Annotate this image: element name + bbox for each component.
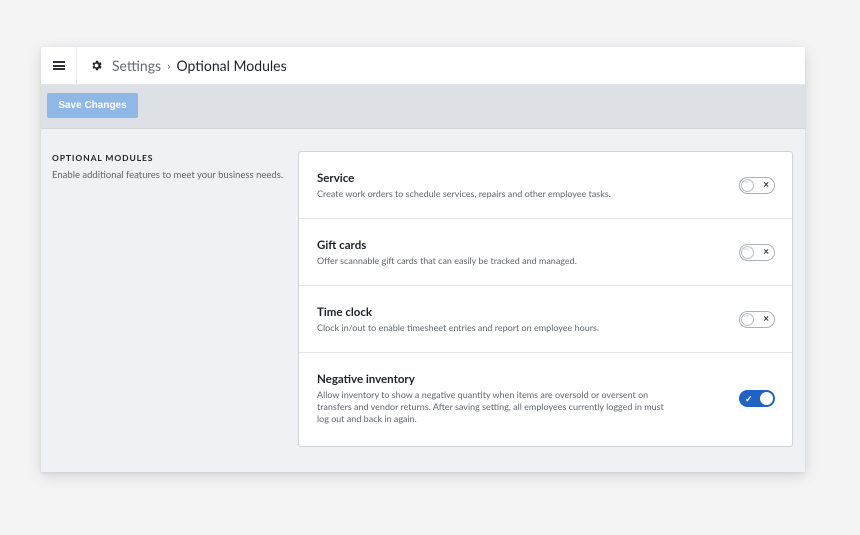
negative-inventory-toggle[interactable]: ✓ (739, 390, 775, 407)
toggle-knob (741, 312, 754, 326)
module-time-clock: Time clock Clock in/out to enable timesh… (299, 286, 792, 353)
module-service: Service Create work orders to schedule s… (299, 152, 792, 219)
toggle-knob (741, 245, 754, 259)
breadcrumb-separator: › (167, 58, 171, 73)
top-bar: Settings › Optional Modules (41, 46, 805, 85)
section-title: OPTIONAL MODULES (52, 153, 154, 163)
gift-cards-toggle[interactable]: × (739, 244, 775, 261)
breadcrumb-settings-link[interactable]: Settings (112, 57, 161, 74)
module-negative-inventory: Negative inventory Allow inventory to sh… (299, 353, 792, 446)
modules-card: Service Create work orders to schedule s… (298, 151, 793, 447)
settings-window: Settings › Optional Modules Save Changes… (41, 46, 805, 472)
module-description: Clock in/out to enable timesheet entries… (317, 322, 600, 333)
module-gift-cards: Gift cards Offer scannable gift cards th… (299, 219, 792, 286)
page-title: Optional Modules (176, 57, 287, 74)
time-clock-toggle[interactable]: × (739, 311, 775, 328)
menu-button[interactable] (41, 46, 77, 85)
hamburger-icon (52, 61, 65, 70)
toggle-knob (760, 392, 773, 405)
gear-icon (90, 59, 103, 72)
toggle-knob (741, 178, 754, 192)
x-icon: × (763, 179, 769, 191)
module-title: Time clock (317, 306, 373, 319)
module-description: Create work orders to schedule services,… (317, 188, 611, 199)
x-icon: × (763, 246, 769, 258)
action-bar: Save Changes (41, 85, 805, 129)
check-icon: ✓ (745, 393, 753, 404)
module-title: Gift cards (317, 239, 367, 252)
section-info: OPTIONAL MODULES Enable additional featu… (52, 153, 284, 182)
section-description: Enable additional features to meet your … (52, 170, 284, 181)
x-icon: × (763, 313, 769, 325)
service-toggle[interactable]: × (739, 177, 775, 194)
module-title: Negative inventory (317, 373, 415, 386)
breadcrumb: Settings › Optional Modules (90, 57, 287, 74)
module-title: Service (317, 172, 355, 185)
module-description: Allow inventory to show a negative quant… (317, 389, 664, 424)
module-description: Offer scannable gift cards that can easi… (317, 255, 577, 266)
save-changes-button[interactable]: Save Changes (47, 93, 138, 118)
